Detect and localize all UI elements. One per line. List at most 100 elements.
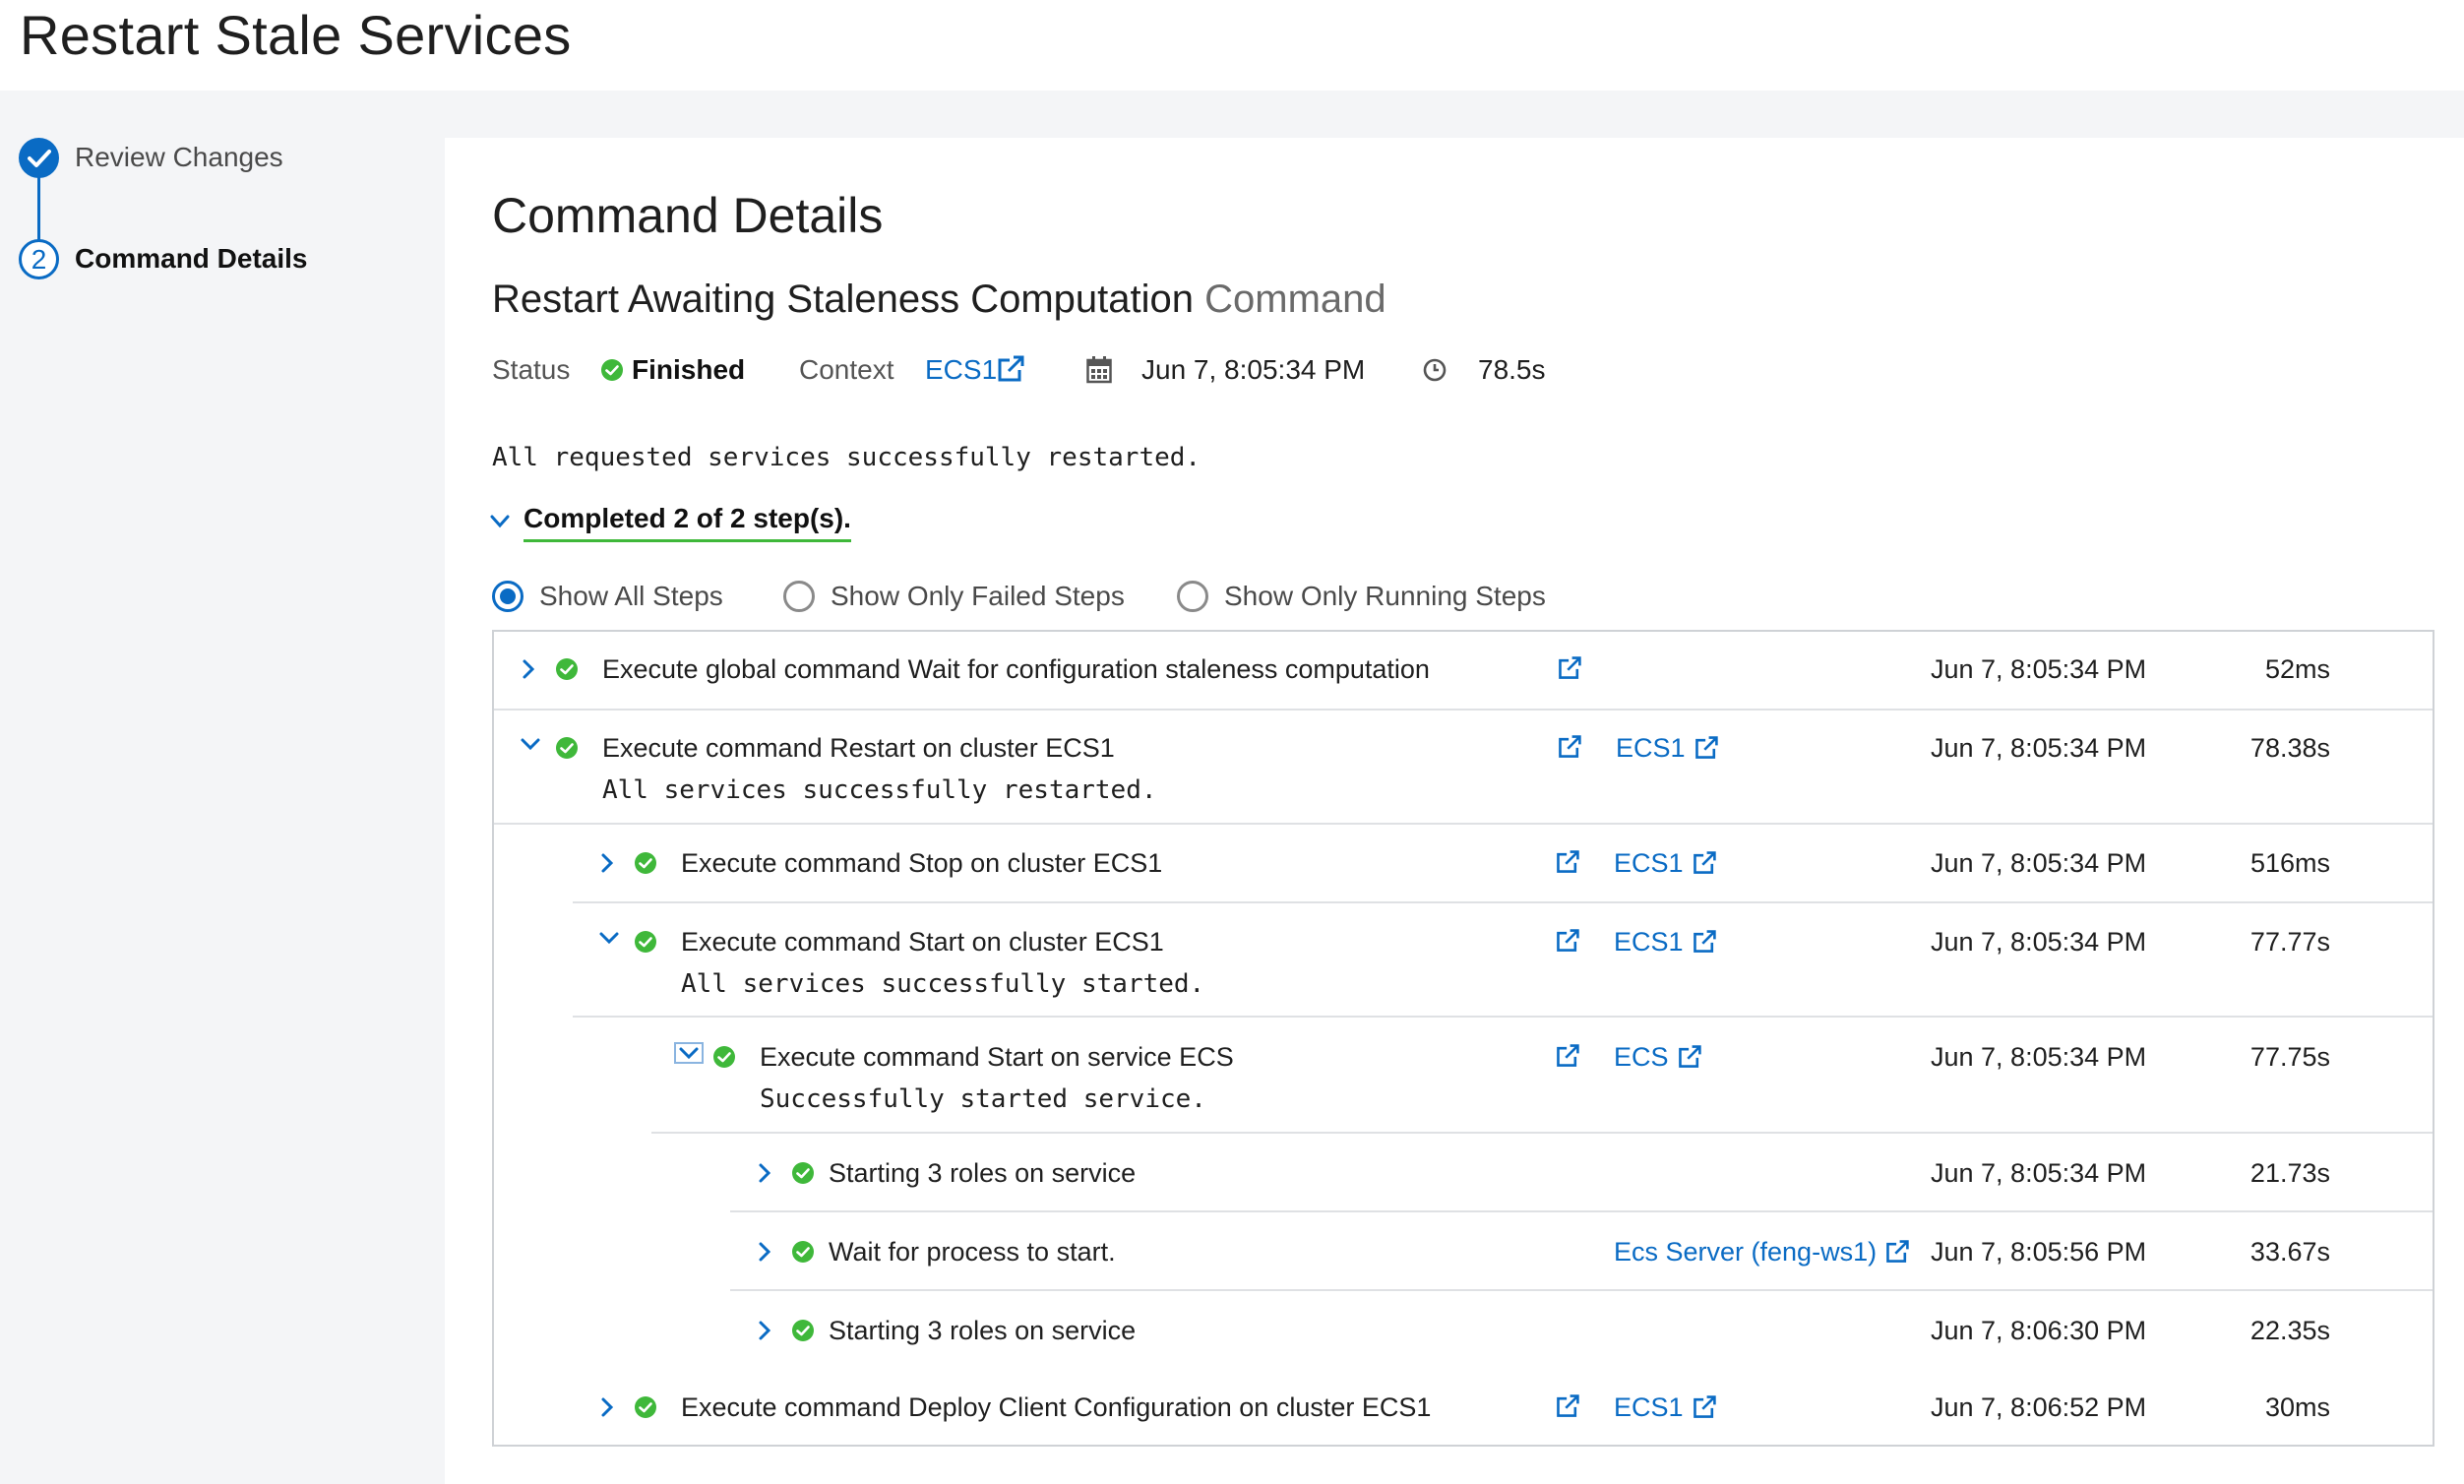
filter-show-failed[interactable]: Show Only Failed Steps	[783, 577, 1125, 616]
external-link-icon[interactable]	[1692, 929, 1717, 955]
step-date: Jun 7, 8:05:34 PM	[1931, 654, 2147, 684]
radio-show-running[interactable]	[1177, 581, 1208, 612]
step-date: Jun 7, 8:05:34 PM	[1931, 848, 2147, 878]
check-circle-icon	[555, 736, 579, 760]
chevron-right-icon[interactable]	[758, 1162, 771, 1184]
chevron-down-icon[interactable]	[598, 931, 620, 945]
wizard-connector	[37, 175, 40, 242]
check-circle-icon	[791, 1319, 815, 1342]
status-label: Status	[492, 354, 571, 385]
step-date: Jun 7, 8:05:56 PM	[1931, 1237, 2147, 1267]
step-date: Jun 7, 8:05:34 PM	[1931, 733, 2147, 763]
row-divider	[730, 1210, 2433, 1212]
check-circle-icon	[634, 851, 657, 875]
step-context-link[interactable]: ECS1	[1616, 728, 1719, 768]
external-link-icon[interactable]	[1692, 850, 1717, 876]
external-link-icon[interactable]	[1694, 735, 1719, 761]
row-divider	[573, 1016, 2433, 1018]
step-context-label[interactable]: Ecs Server (feng-ws1)	[1614, 1232, 1877, 1271]
step-date: Jun 7, 8:06:52 PM	[1931, 1392, 2147, 1422]
radio-show-all[interactable]	[492, 581, 524, 612]
step-duration: 78.38s	[2249, 733, 2330, 763]
step-context-link[interactable]: ECS1	[1614, 843, 1717, 883]
context-link[interactable]: ECS1	[925, 350, 997, 390]
result-message: All requested services successfully rest…	[492, 443, 1201, 472]
filter-show-all-label[interactable]: Show All Steps	[539, 581, 723, 612]
step-context-label[interactable]: ECS1	[1614, 922, 1684, 961]
wizard-step-1-check-icon	[19, 138, 59, 178]
step-duration: 77.75s	[2249, 1042, 2330, 1072]
chevron-right-icon[interactable]	[758, 1320, 771, 1341]
step-duration: 516ms	[2249, 848, 2330, 878]
completed-steps-label[interactable]: Completed 2 of 2 step(s).	[524, 502, 851, 542]
step-context-label[interactable]: ECS1	[1616, 728, 1686, 768]
step-context-link[interactable]: ECS1	[1614, 1388, 1717, 1427]
filter-show-running-label[interactable]: Show Only Running Steps	[1224, 581, 1546, 612]
external-link-icon[interactable]	[1557, 734, 1582, 760]
command-suffix: Command	[1204, 278, 1386, 321]
check-circle-icon	[555, 657, 579, 681]
external-link-icon[interactable]	[1884, 1239, 1910, 1265]
step-title: Execute command Restart on cluster ECS1	[602, 733, 1115, 763]
chevron-right-icon[interactable]	[522, 658, 535, 680]
title-bar: Restart Stale Services	[0, 0, 2464, 91]
radio-show-failed[interactable]	[783, 581, 815, 612]
row-divider	[494, 823, 2433, 825]
step-context-link[interactable]: Ecs Server (feng-ws1)	[1614, 1232, 1910, 1271]
command-date: Jun 7, 8:05:34 PM	[1141, 354, 1366, 385]
details-heading: Command Details	[492, 188, 884, 243]
status-value: Finished	[632, 354, 746, 385]
step-title: Execute command Stop on cluster ECS1	[681, 848, 1163, 878]
step-context-label[interactable]: ECS	[1614, 1037, 1669, 1077]
command-duration: 78.5s	[1478, 354, 1546, 385]
external-link-icon[interactable]	[1555, 1393, 1580, 1419]
context-label: Context	[799, 354, 894, 385]
step-duration: 21.73s	[2249, 1158, 2330, 1188]
step-duration: 30ms	[2264, 1392, 2330, 1422]
check-circle-icon	[791, 1161, 815, 1185]
chevron-right-icon[interactable]	[600, 1396, 614, 1418]
external-link-icon[interactable]	[1677, 1044, 1702, 1070]
chevron-right-icon[interactable]	[600, 852, 614, 874]
row-divider	[494, 709, 2433, 711]
check-circle-icon	[712, 1045, 736, 1069]
external-link-icon[interactable]	[1555, 928, 1580, 954]
command-name: Restart Awaiting Staleness Computation	[492, 278, 1194, 321]
wizard-step-review-changes[interactable]: Review Changes	[75, 138, 283, 177]
step-context-link[interactable]: ECS1	[1614, 922, 1717, 961]
chevron-down-icon[interactable]	[674, 1042, 704, 1064]
step-title: Starting 3 roles on service	[829, 1316, 1137, 1345]
external-link-icon[interactable]	[996, 354, 1025, 384]
step-title: Execute global command Wait for configur…	[602, 654, 1430, 684]
wizard-step-2-number: 2	[19, 239, 59, 279]
wizard-step-command-details[interactable]: Command Details	[75, 239, 308, 278]
calendar-icon	[1086, 356, 1112, 384]
external-link-icon[interactable]	[1555, 849, 1580, 875]
filter-show-running[interactable]: Show Only Running Steps	[1177, 577, 1546, 616]
completed-steps-toggle[interactable]: Completed 2 of 2 step(s).	[490, 500, 851, 543]
chevron-down-icon[interactable]	[520, 737, 541, 751]
step-context-link[interactable]: ECS	[1614, 1037, 1702, 1077]
step-title: Execute command Start on cluster ECS1	[681, 927, 1164, 957]
check-circle-icon	[634, 930, 657, 954]
filter-show-all[interactable]: Show All Steps	[492, 577, 723, 616]
step-title: Execute command Start on service ECS	[760, 1042, 1234, 1072]
external-link-icon[interactable]	[1692, 1394, 1717, 1420]
step-context-label[interactable]: ECS1	[1614, 843, 1684, 883]
chevron-down-icon[interactable]	[490, 515, 510, 528]
step-duration: 33.67s	[2249, 1237, 2330, 1267]
step-date: Jun 7, 8:05:34 PM	[1931, 927, 2147, 957]
step-message: Successfully started service.	[760, 1084, 1206, 1114]
external-link-icon[interactable]	[1557, 655, 1582, 681]
step-title: Wait for process to start.	[829, 1237, 1116, 1267]
row-divider	[573, 901, 2433, 903]
step-message: All services successfully restarted.	[602, 775, 1157, 805]
step-duration: 77.77s	[2249, 927, 2330, 957]
external-link-icon[interactable]	[1555, 1043, 1580, 1069]
filter-show-failed-label[interactable]: Show Only Failed Steps	[831, 581, 1125, 612]
step-date: Jun 7, 8:05:34 PM	[1931, 1158, 2147, 1188]
step-title: Execute command Deploy Client Configurat…	[681, 1392, 1432, 1422]
step-date: Jun 7, 8:06:30 PM	[1931, 1316, 2147, 1345]
chevron-right-icon[interactable]	[758, 1241, 771, 1263]
step-context-label[interactable]: ECS1	[1614, 1388, 1684, 1427]
